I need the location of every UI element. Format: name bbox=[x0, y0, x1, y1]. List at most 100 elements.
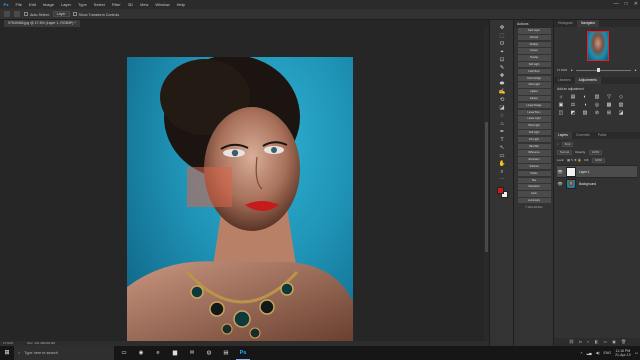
clone-stamp-tool-icon[interactable]: ✍ bbox=[497, 88, 507, 96]
quick-select-tool-icon[interactable]: ⌖ bbox=[497, 48, 507, 56]
crop-tool-icon[interactable]: ⊡ bbox=[497, 56, 507, 64]
action-button[interactable]: Subtract bbox=[517, 163, 551, 170]
action-button[interactable]: Color Dodge bbox=[517, 75, 551, 82]
photoshop-taskbar-icon[interactable]: Ps bbox=[236, 346, 250, 360]
action-button[interactable]: Luminosity bbox=[517, 197, 551, 204]
action-button[interactable]: Hard Mix bbox=[517, 143, 551, 150]
healing-brush-tool-icon[interactable]: ✚ bbox=[497, 72, 507, 80]
menu-layer[interactable]: Layer bbox=[57, 2, 74, 7]
tray-arrow-icon[interactable]: ˄ bbox=[580, 351, 582, 355]
visibility-eye-icon[interactable]: 👁 bbox=[557, 181, 563, 186]
notifications-icon[interactable]: ▭ bbox=[635, 351, 638, 355]
navigator-zoom-slider[interactable] bbox=[576, 67, 632, 72]
adjustment-type-icon[interactable]: ☼ bbox=[557, 94, 565, 100]
canvas-area[interactable] bbox=[0, 27, 484, 341]
menu-window[interactable]: Window bbox=[152, 2, 173, 7]
link-layers-icon[interactable]: ⛓ bbox=[569, 338, 574, 346]
actions-panel-title[interactable]: Actions bbox=[514, 20, 553, 28]
adjustment-layer-icon[interactable]: ◐ bbox=[587, 338, 589, 346]
hand-tool-icon[interactable]: ✋ bbox=[497, 160, 507, 168]
tab-adjustments[interactable]: Adjustments bbox=[574, 77, 601, 84]
adjustment-type-icon[interactable]: ◑ bbox=[581, 102, 589, 108]
menu-type[interactable]: Type bbox=[75, 2, 91, 7]
color-swatches[interactable] bbox=[496, 186, 510, 200]
path-selection-tool-icon[interactable]: ↖ bbox=[497, 144, 507, 152]
tab-libraries[interactable]: Libraries bbox=[554, 77, 575, 84]
action-button[interactable]: Divide bbox=[517, 170, 551, 177]
app-icon[interactable]: ▤ bbox=[219, 346, 233, 360]
menu-filter[interactable]: Filter bbox=[108, 2, 124, 7]
tab-layers[interactable]: Layers bbox=[554, 132, 572, 139]
start-button-icon[interactable]: ⊞ bbox=[0, 346, 14, 360]
type-tool-icon[interactable]: T bbox=[497, 136, 507, 144]
close-icon[interactable]: ✕ bbox=[634, 0, 638, 9]
menu-3d[interactable]: 3D bbox=[124, 2, 136, 7]
file-explorer-icon[interactable]: ▆ bbox=[168, 346, 182, 360]
action-button[interactable]: Saturation bbox=[517, 184, 551, 190]
new-layer-icon[interactable]: ▣ bbox=[612, 338, 616, 346]
lasso-tool-icon[interactable]: ʘ bbox=[497, 40, 507, 48]
action-button[interactable]: Normal bbox=[517, 34, 551, 41]
minimize-icon[interactable]: — bbox=[614, 0, 619, 9]
layer-item-layer-1[interactable]: 👁 Layer 1 bbox=[557, 165, 637, 177]
action-button[interactable]: Darken bbox=[517, 95, 551, 102]
clock[interactable]: 11:16 PM 21-Apr-19 bbox=[615, 349, 631, 358]
adjustment-type-icon[interactable]: ▤ bbox=[569, 94, 577, 100]
language-indicator[interactable]: ENG bbox=[604, 351, 612, 355]
dodge-tool-icon[interactable]: ⌂ bbox=[497, 120, 507, 128]
adjustment-type-icon[interactable]: ◐ bbox=[581, 94, 589, 100]
mail-icon[interactable]: ✉ bbox=[185, 346, 199, 360]
maximize-icon[interactable]: □ bbox=[625, 0, 628, 9]
auto-select-dropdown[interactable]: Layer bbox=[52, 11, 70, 17]
browser-icon[interactable]: ◍ bbox=[202, 346, 216, 360]
opacity-field[interactable]: 100% bbox=[589, 149, 603, 155]
rectangle-tool-icon[interactable]: ▭ bbox=[497, 152, 507, 160]
eraser-tool-icon[interactable]: ◪ bbox=[497, 104, 507, 112]
network-icon[interactable]: ▂▄ bbox=[586, 351, 591, 355]
adjustment-type-icon[interactable]: ◪ bbox=[617, 110, 625, 116]
tab-navigator[interactable]: Navigator bbox=[577, 20, 600, 27]
search-placeholder[interactable]: Type here to search bbox=[24, 351, 58, 355]
action-button[interactable]: Linear Light bbox=[517, 116, 551, 122]
auto-select-checkbox-wrap[interactable]: Auto-Select: bbox=[24, 11, 50, 17]
menu-image[interactable]: Image bbox=[39, 2, 57, 7]
adjustment-type-icon[interactable]: ▨ bbox=[581, 110, 589, 116]
action-button[interactable]: Linear Dodge bbox=[517, 102, 551, 109]
show-transform-checkbox[interactable] bbox=[72, 11, 77, 16]
menu-view[interactable]: View bbox=[136, 2, 152, 7]
blend-mode-select[interactable]: Normal bbox=[557, 149, 573, 155]
action-button[interactable]: Soft Light bbox=[517, 61, 551, 68]
menu-select[interactable]: Select bbox=[90, 2, 108, 7]
zoom-tool-icon[interactable]: ⌕ bbox=[497, 168, 507, 176]
document-canvas-image[interactable] bbox=[127, 57, 353, 341]
action-button[interactable]: Vivid Light bbox=[517, 82, 551, 88]
move-tool-preset-icon[interactable] bbox=[4, 11, 10, 17]
adjustment-type-icon[interactable]: ▦ bbox=[605, 102, 613, 108]
new-group-icon[interactable]: ▭ bbox=[603, 338, 607, 346]
tab-paths[interactable]: Paths bbox=[594, 132, 610, 139]
chrome-icon[interactable]: ◉ bbox=[134, 346, 148, 360]
navigator-zoom-value[interactable]: 17.62% bbox=[557, 67, 567, 73]
brush-tool-icon[interactable]: ⬬ bbox=[497, 80, 507, 88]
adjustment-type-icon[interactable]: ◎ bbox=[593, 102, 601, 108]
taskbar-search[interactable]: ○ Type here to search bbox=[14, 346, 114, 360]
action-button[interactable]: New Layer bbox=[517, 28, 551, 34]
layer-item-background[interactable]: 👁 Background bbox=[557, 177, 637, 189]
fill-field[interactable]: 100% bbox=[591, 157, 606, 163]
delete-layer-icon[interactable]: 🗑 bbox=[621, 338, 626, 346]
adjustment-type-icon[interactable]: ◇ bbox=[617, 94, 625, 100]
action-button[interactable]: Soft Light bbox=[517, 129, 551, 136]
action-button[interactable]: Lighten bbox=[517, 89, 551, 95]
action-button[interactable]: Screen bbox=[517, 48, 551, 54]
action-button[interactable]: Hue bbox=[517, 177, 551, 184]
adjustment-type-icon[interactable]: ▥ bbox=[593, 94, 601, 100]
show-transform-checkbox-wrap[interactable]: Show Transform Controls bbox=[72, 11, 119, 17]
adjustment-type-icon[interactable]: ⊞ bbox=[605, 110, 613, 116]
adjustment-type-icon[interactable]: ◩ bbox=[569, 110, 577, 116]
action-button[interactable]: Exclusion bbox=[517, 157, 551, 163]
adjustment-type-icon[interactable]: ⊘ bbox=[593, 110, 601, 116]
edge-icon[interactable]: e bbox=[151, 346, 165, 360]
zoom-in-icon[interactable]: ▲ bbox=[634, 67, 637, 73]
visibility-eye-icon[interactable]: 👁 bbox=[557, 169, 563, 174]
more-tools-icon[interactable]: ⋯ bbox=[497, 176, 507, 184]
